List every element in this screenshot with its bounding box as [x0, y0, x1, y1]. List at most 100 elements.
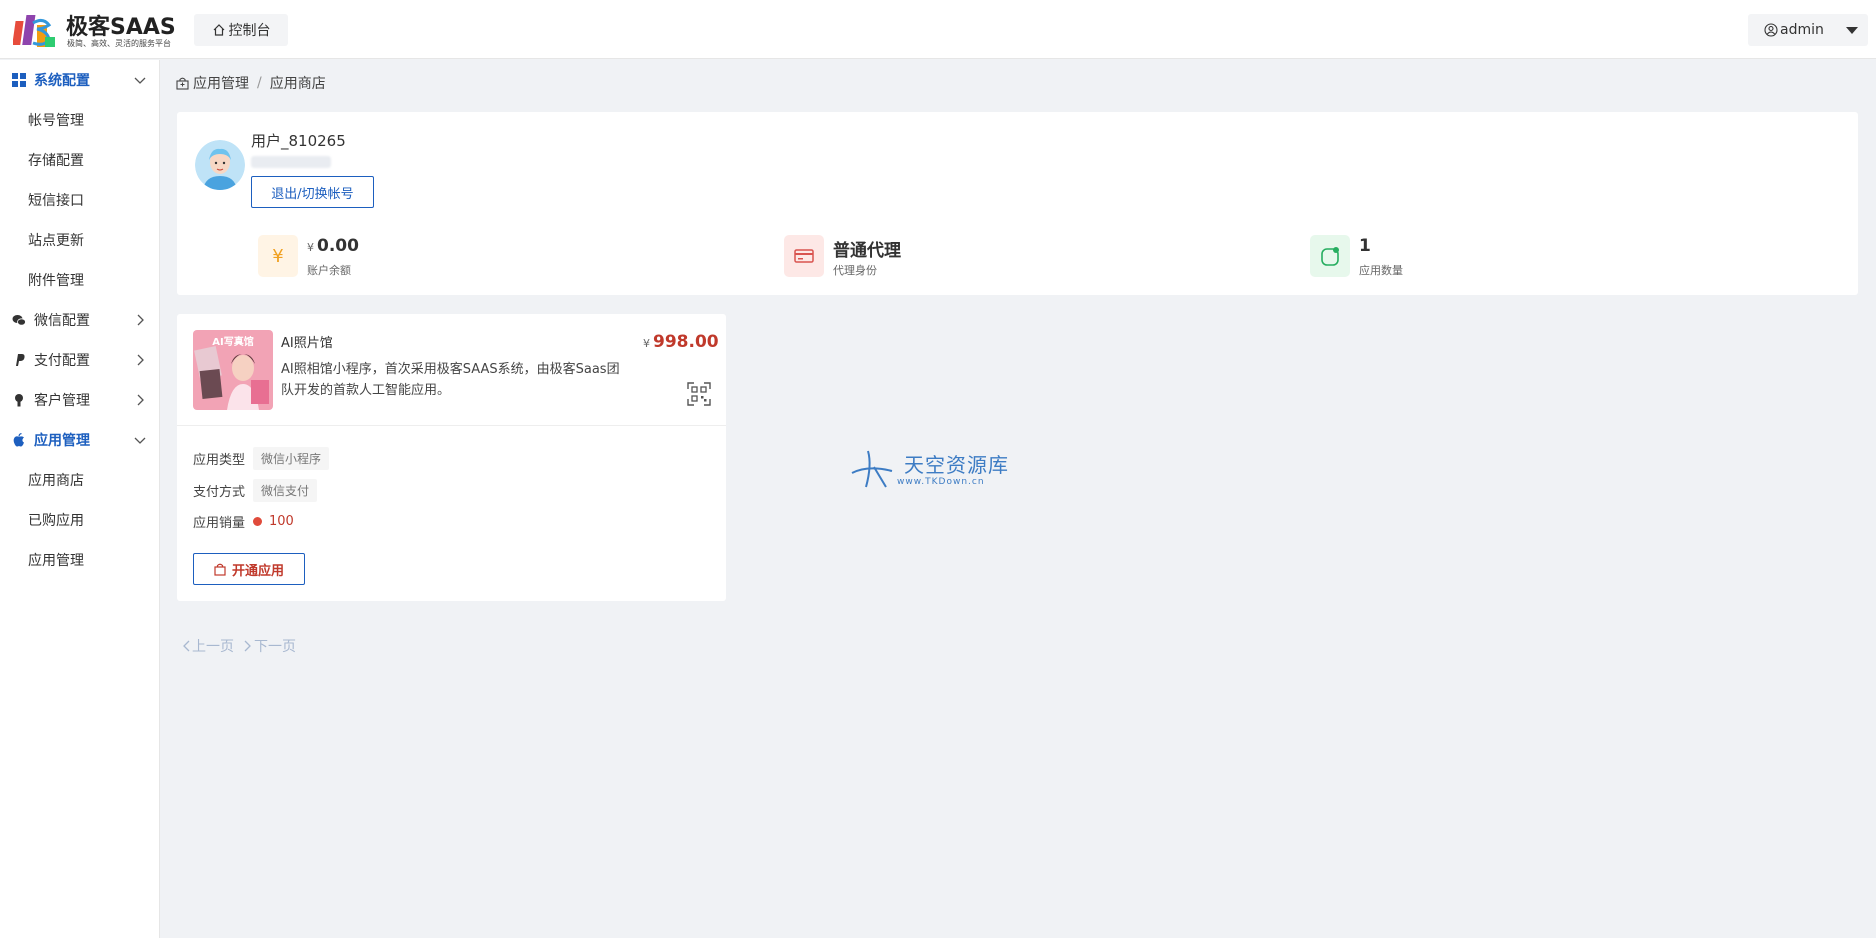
yen-icon: ¥	[258, 235, 298, 277]
logo-icon	[13, 15, 55, 47]
user-menu-button[interactable]: admin	[1748, 14, 1868, 46]
menu-label: 系统配置	[34, 73, 90, 89]
next-page-button[interactable]: 下一页	[244, 636, 296, 656]
app-description: AI照相馆小程序，首次采用极客SAAS系统，由极客Saas团队开发的首款人工智能…	[281, 362, 620, 398]
prev-page-label: 上一页	[192, 639, 234, 655]
chevron-down-icon	[134, 437, 146, 444]
stat-agent-label: 代理身份	[833, 264, 877, 277]
sidebar-item-label: 已购应用	[28, 513, 84, 529]
wechat-icon	[12, 315, 26, 326]
payment-method-field: 支付方式 微信支付	[193, 478, 318, 502]
sidebar-item-purchased-apps[interactable]: 已购应用	[0, 500, 160, 540]
home-icon	[213, 24, 224, 36]
logo[interactable]: 极客SAAS 极简、高效、灵活的服务平台	[13, 9, 183, 51]
chevron-right-icon	[137, 354, 144, 366]
sidebar-item-storage[interactable]: 存储配置	[0, 140, 160, 180]
logo-title: 极客SAAS	[66, 15, 176, 40]
sidebar-item-label: 站点更新	[28, 233, 84, 249]
qrcode-icon[interactable]	[687, 382, 711, 406]
app-card[interactable]: AI写真馆 AI照片馆 AI照相馆小程序，首次采用极客SAAS系统，由极客Saa…	[177, 314, 726, 601]
avatar	[195, 140, 245, 190]
watermark-url: www.TKDown.cn	[897, 477, 985, 487]
sidebar-item-attachments[interactable]: 附件管理	[0, 260, 160, 300]
logout-button[interactable]: 退出/切换帐号	[251, 176, 374, 208]
field-label: 支付方式	[193, 484, 246, 500]
grid-icon	[12, 73, 26, 87]
paypal-icon	[16, 354, 25, 366]
bag-icon	[214, 563, 226, 576]
field-label: 应用类型	[193, 452, 246, 468]
card-icon	[784, 235, 824, 277]
next-page-label: 下一页	[254, 639, 296, 655]
sidebar-item-app-management[interactable]: 应用管理	[0, 540, 160, 580]
stat-balance-value: ¥0.00	[307, 236, 359, 256]
sidebar-item-sms[interactable]: 短信接口	[0, 180, 160, 220]
app-sales-value: 100	[269, 513, 294, 529]
menu-customer-management[interactable]: 客户管理	[0, 380, 160, 420]
app-price: ¥998.00	[643, 332, 719, 352]
app-sales-field: 应用销量 100	[193, 509, 294, 533]
stat-apps-label: 应用数量	[1359, 264, 1403, 277]
user-icon	[15, 394, 23, 407]
menu-label: 微信配置	[34, 313, 90, 329]
chevron-left-icon	[183, 640, 190, 652]
pagination: 上一页 下一页	[182, 636, 296, 656]
sidebar-item-accounts[interactable]: 帐号管理	[0, 100, 160, 140]
breadcrumb-current: 应用商店	[269, 76, 326, 92]
open-app-label: 开通应用	[231, 563, 284, 579]
watermark: 天空资源库 www.TKDown.cn	[850, 447, 1020, 491]
payment-method-tag: 微信支付	[253, 478, 318, 502]
open-app-button[interactable]: 开通应用	[193, 553, 305, 585]
chevron-right-icon	[137, 314, 144, 326]
breadcrumb-separator: /	[257, 75, 262, 91]
stat-agent-value: 普通代理	[833, 241, 901, 261]
apple-icon	[13, 433, 24, 447]
stat-apps-value: 1	[1359, 236, 1371, 256]
sidebar-item-label: 短信接口	[28, 193, 84, 209]
menu-label: 支付配置	[34, 353, 90, 369]
sidebar-item-label: 帐号管理	[28, 113, 84, 129]
app-thumbnail[interactable]: AI写真馆	[193, 330, 273, 410]
shopping-bag-icon	[176, 77, 189, 90]
chevron-right-icon	[137, 394, 144, 406]
blurred-info	[251, 156, 331, 168]
avatar-image	[195, 140, 245, 190]
breadcrumb: 应用管理 / 应用商店	[176, 74, 326, 92]
menu-payment-config[interactable]: 支付配置	[0, 340, 160, 380]
profile-card: 用户_810265 退出/切换帐号 ¥ ¥0.00 账户余额 普通代理 代理身份…	[177, 112, 1858, 295]
sidebar-item-app-store[interactable]: 应用商店	[0, 460, 160, 500]
card-divider	[177, 425, 726, 426]
sidebar-item-label: 附件管理	[28, 273, 84, 289]
stat-apps: 1 应用数量	[1310, 235, 1470, 279]
watermark-text: 天空资源库	[904, 453, 1009, 477]
sidebar-item-label: 存储配置	[28, 153, 84, 169]
console-button[interactable]: 控制台	[194, 14, 288, 46]
stat-agent: 普通代理 代理身份	[784, 235, 944, 279]
user-name: admin	[1780, 22, 1824, 38]
stat-balance: ¥ ¥0.00 账户余额	[258, 235, 418, 279]
app-type-tag: 微信小程序	[253, 446, 330, 470]
menu-label: 应用管理	[34, 433, 90, 449]
app-type-field: 应用类型 微信小程序	[193, 446, 330, 470]
app-name: AI照片馆	[281, 336, 333, 351]
logo-subtitle: 极简、高效、灵活的服务平台	[67, 39, 171, 48]
chevron-right-icon	[244, 640, 251, 652]
chevron-down-icon	[134, 77, 146, 84]
sales-dot-icon	[253, 516, 263, 526]
menu-system-config[interactable]: 系统配置	[0, 60, 160, 100]
menu-label: 客户管理	[34, 393, 90, 409]
menu-wechat-config[interactable]: 微信配置	[0, 300, 160, 340]
sidebar-item-site-update[interactable]: 站点更新	[0, 220, 160, 260]
stat-balance-label: 账户余额	[307, 264, 351, 277]
sidebar-item-label: 应用管理	[28, 553, 84, 569]
user-circle-icon	[1764, 23, 1778, 37]
breadcrumb-root[interactable]: 应用管理	[193, 73, 249, 93]
caret-down-icon	[1845, 26, 1858, 34]
watermark-logo-icon	[851, 450, 893, 488]
console-label: 控制台	[228, 23, 271, 39]
menu-app-management[interactable]: 应用管理	[0, 420, 160, 460]
top-header: 极客SAAS 极简、高效、灵活的服务平台 控制台 admin	[0, 0, 1876, 59]
prev-page-button[interactable]: 上一页	[182, 636, 234, 656]
sidebar: 系统配置 帐号管理 存储配置 短信接口 站点更新 附件管理 微信配置 支付配置 …	[0, 60, 160, 938]
profile-username: 用户_810265	[251, 132, 346, 150]
